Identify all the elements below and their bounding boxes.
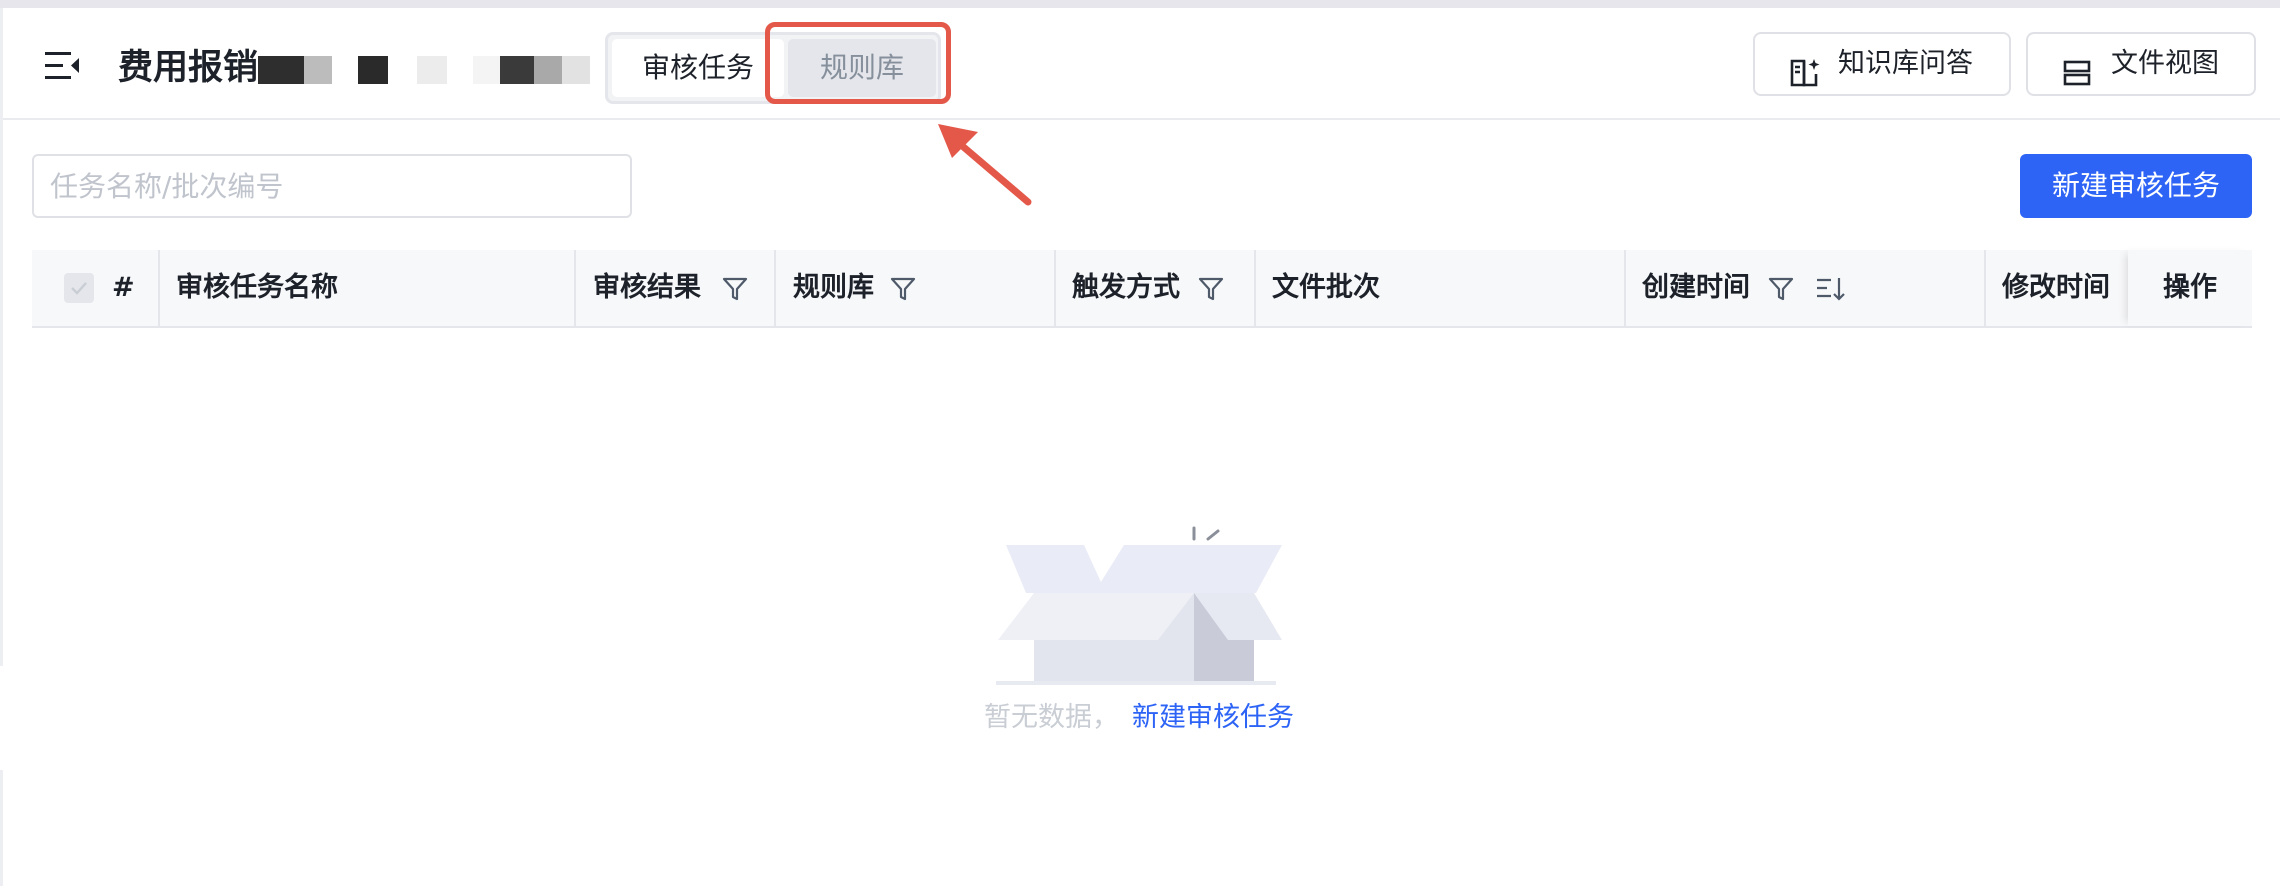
annotation-highlight-box bbox=[765, 22, 951, 104]
file-view-label: 文件视图 bbox=[2111, 48, 2219, 79]
book-sparkle-icon bbox=[1789, 50, 1821, 87]
empty-box-illustration bbox=[996, 525, 1286, 685]
column-header-rule-library: 规则库 bbox=[793, 272, 874, 303]
knowledge-qa-button[interactable]: 知识库问答 bbox=[1753, 32, 2011, 96]
knowledge-qa-label: 知识库问答 bbox=[1838, 48, 1973, 79]
column-header-file-batch: 文件批次 bbox=[1272, 272, 1380, 303]
column-divider bbox=[774, 250, 776, 326]
column-header-index: # bbox=[112, 272, 135, 303]
table-header: # 审核任务名称 审核结果 规则库 触发方式 文件批次 创建时间 修改时间 操作 bbox=[32, 250, 2252, 328]
column-divider bbox=[574, 250, 576, 326]
filter-icon[interactable] bbox=[722, 276, 748, 302]
column-divider bbox=[1984, 250, 1986, 326]
column-header-task-name: 审核任务名称 bbox=[176, 272, 338, 303]
annotation-arrow-icon bbox=[930, 110, 1050, 210]
column-divider bbox=[1254, 250, 1256, 326]
column-header-modified-time: 修改时间 bbox=[2002, 272, 2110, 303]
page-title: 费用报销 bbox=[118, 48, 259, 88]
window-top-strip bbox=[0, 0, 2280, 8]
column-header-trigger-method: 触发方式 bbox=[1072, 272, 1180, 303]
search-input[interactable] bbox=[32, 154, 632, 218]
column-divider bbox=[158, 250, 160, 326]
empty-state-new-task-link[interactable]: 新建审核任务 bbox=[1132, 698, 1294, 738]
tab-review-tasks[interactable]: 审核任务 bbox=[612, 39, 784, 97]
filter-icon[interactable] bbox=[890, 276, 916, 302]
select-all-checkbox[interactable] bbox=[64, 273, 94, 303]
file-view-button[interactable]: 文件视图 bbox=[2026, 32, 2256, 96]
filter-icon[interactable] bbox=[1768, 276, 1794, 302]
page-header: 费用报销 审核任务 规则库 知识库问答 文件视图 bbox=[3, 8, 2280, 120]
new-review-task-button[interactable]: 新建审核任务 bbox=[2020, 154, 2252, 218]
column-divider bbox=[1624, 250, 1626, 326]
column-divider bbox=[1054, 250, 1056, 326]
file-view-icon bbox=[2062, 50, 2094, 86]
fixed-operation-column: 操作 bbox=[2128, 250, 2252, 326]
collapse-menu-icon[interactable] bbox=[43, 46, 83, 86]
window-left-edge bbox=[0, 770, 3, 886]
filter-icon[interactable] bbox=[1198, 276, 1224, 302]
column-header-created-time: 创建时间 bbox=[1642, 272, 1750, 303]
column-header-actions: 操作 bbox=[2163, 272, 2217, 303]
empty-state-text: 暂无数据， bbox=[984, 702, 1119, 733]
sort-icon[interactable] bbox=[1816, 276, 1846, 302]
column-header-review-result: 审核结果 bbox=[593, 272, 701, 303]
